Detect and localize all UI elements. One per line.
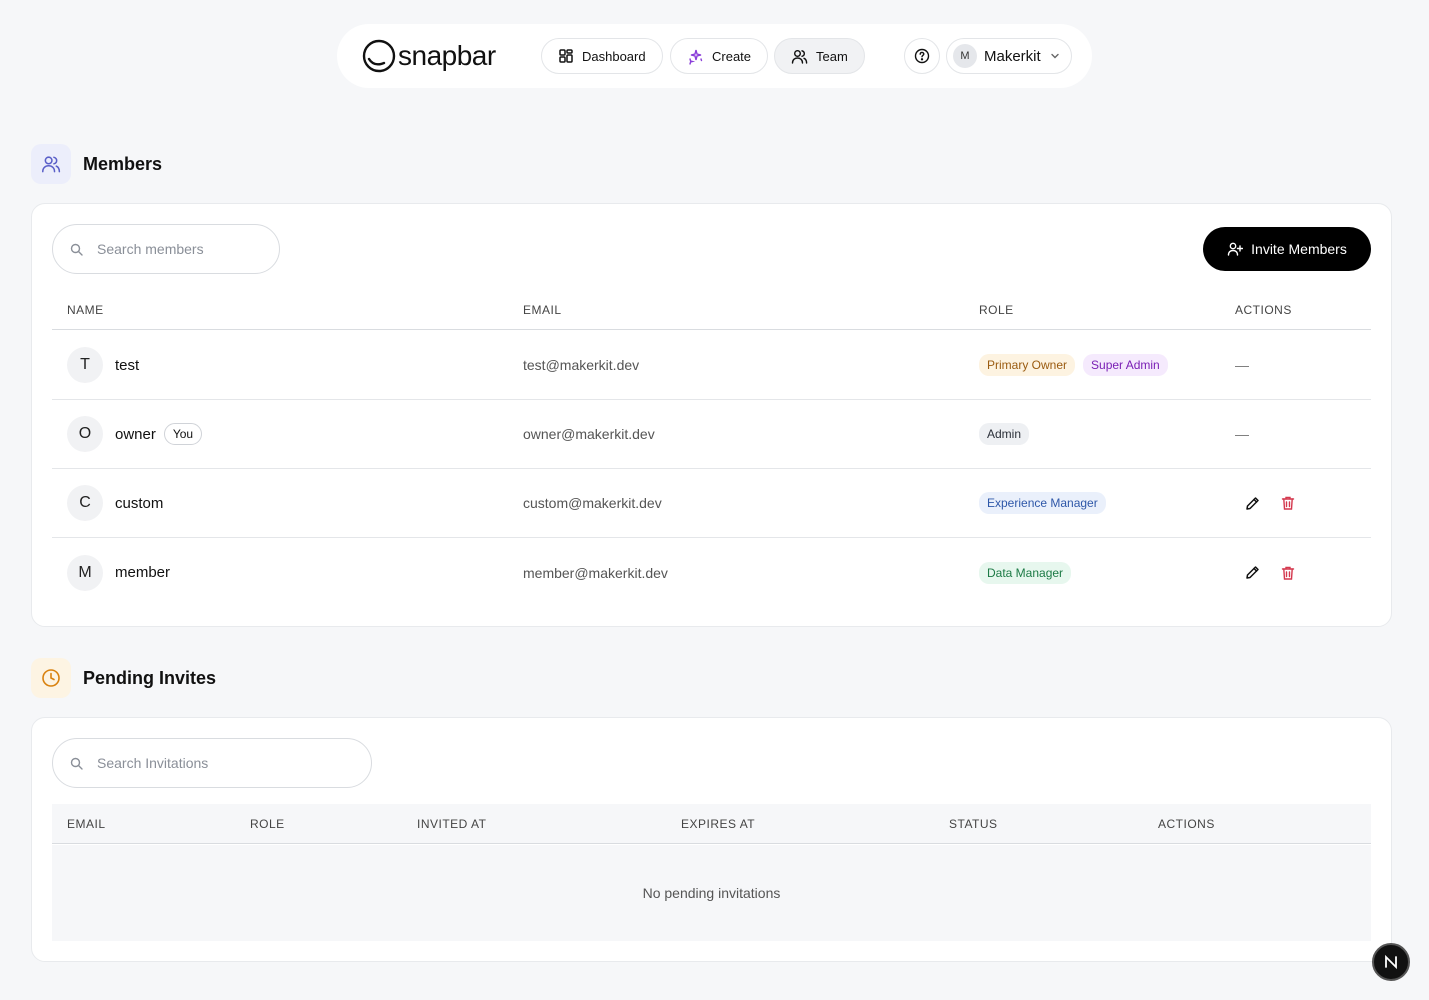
help-button[interactable] xyxy=(904,38,940,74)
avatar: C xyxy=(67,485,103,521)
member-name: member xyxy=(115,564,171,581)
table-row: C custom custom@makerkit.dev Experience … xyxy=(52,469,1371,538)
member-name-cell: T test xyxy=(67,331,139,399)
member-email: custom@makerkit.dev xyxy=(523,495,662,511)
invites-section-header: Pending Invites xyxy=(31,658,216,698)
you-badge: You xyxy=(163,423,203,445)
column-header-name: NAME xyxy=(67,302,104,317)
avatar: T xyxy=(67,347,103,383)
account-name: Makerkit xyxy=(984,47,1041,65)
avatar: O xyxy=(67,416,103,452)
sparkles-icon xyxy=(689,49,703,65)
member-email: owner@makerkit.dev xyxy=(523,426,655,442)
trash-icon[interactable] xyxy=(1278,493,1298,513)
members-search-input[interactable] xyxy=(97,241,267,257)
member-name: custom xyxy=(115,494,164,512)
invitations-search-input[interactable] xyxy=(97,755,347,771)
invite-members-button[interactable]: Invite Members xyxy=(1203,227,1371,271)
members-search[interactable] xyxy=(52,224,280,274)
users-icon xyxy=(31,144,71,184)
search-icon xyxy=(70,243,83,256)
edit-pencil-icon[interactable] xyxy=(1242,493,1262,513)
member-roles: Experience Manager xyxy=(979,469,1114,537)
column-header-role: ROLE xyxy=(250,816,285,831)
member-name: test xyxy=(115,356,140,374)
nav-dashboard-label: Dashboard xyxy=(582,48,646,64)
role-badge-super-admin: Super Admin xyxy=(1083,354,1168,376)
column-header-actions: ACTIONS xyxy=(1235,302,1292,317)
member-roles: Admin xyxy=(979,400,1037,468)
clock-icon xyxy=(31,658,71,698)
invites-card: EMAIL ROLE INVITED AT EXPIRES AT STATUS … xyxy=(31,717,1392,962)
invites-title: Pending Invites xyxy=(83,667,217,688)
no-actions: — xyxy=(1235,357,1249,373)
member-name-cell: M member xyxy=(67,538,170,607)
member-roles: Primary Owner Super Admin xyxy=(979,331,1176,399)
nav-create-label: Create xyxy=(712,48,752,64)
top-navigation: snapbar Dashboard Create Team M Makerkit xyxy=(337,24,1092,88)
chevron-down-icon xyxy=(1050,53,1059,59)
member-name: owner xyxy=(115,425,156,443)
column-header-status: STATUS xyxy=(949,816,998,831)
edit-pencil-icon[interactable] xyxy=(1242,563,1262,583)
members-table-header: NAME EMAIL ROLE ACTIONS xyxy=(52,290,1371,330)
member-email: test@makerkit.dev xyxy=(523,357,640,373)
table-row: M member member@makerkit.dev Data Manage… xyxy=(52,538,1371,607)
next-n-icon[interactable] xyxy=(1372,943,1410,981)
column-header-actions: ACTIONS xyxy=(1158,816,1215,831)
logo-mark-icon xyxy=(362,39,396,73)
snapbar-logo[interactable]: snapbar xyxy=(362,39,496,73)
members-section-header: Members xyxy=(31,144,162,184)
search-icon xyxy=(70,757,83,770)
member-roles: Data Manager xyxy=(979,538,1079,607)
invites-table-header: EMAIL ROLE INVITED AT EXPIRES AT STATUS … xyxy=(52,804,1371,844)
role-badge-data-manager: Data Manager xyxy=(979,561,1072,584)
members-title: Members xyxy=(83,153,163,174)
nav-team-label: Team xyxy=(816,48,848,64)
role-badge-experience-manager: Experience Manager xyxy=(979,492,1106,514)
column-header-role: ROLE xyxy=(979,302,1014,317)
row-actions xyxy=(1242,538,1314,607)
invitations-search[interactable] xyxy=(52,738,372,788)
nav-create-button[interactable]: Create xyxy=(670,38,769,74)
column-header-email: EMAIL xyxy=(67,816,106,831)
avatar: M xyxy=(67,554,103,591)
logo-text: snapbar xyxy=(398,40,496,71)
role-badge-primary-owner: Primary Owner xyxy=(979,354,1076,376)
member-email: member@makerkit.dev xyxy=(523,564,668,581)
invite-members-label: Invite Members xyxy=(1251,241,1347,257)
help-circle-icon xyxy=(914,48,930,64)
no-actions: — xyxy=(1235,426,1249,442)
users-icon xyxy=(791,49,808,64)
member-name-cell: O owner You xyxy=(67,400,203,468)
account-avatar: M xyxy=(953,44,977,68)
dashboard-icon xyxy=(559,49,573,63)
column-header-invited-at: INVITED AT xyxy=(417,816,487,831)
row-actions xyxy=(1242,469,1314,537)
column-header-expires-at: EXPIRES AT xyxy=(681,816,756,831)
members-card: Invite Members NAME EMAIL ROLE ACTIONS T… xyxy=(31,203,1392,627)
table-row: O owner You owner@makerkit.dev Admin — xyxy=(52,400,1371,469)
account-menu-button[interactable]: M Makerkit xyxy=(946,38,1072,74)
empty-state: No pending invitations xyxy=(52,845,1371,941)
user-plus-icon xyxy=(1227,242,1244,256)
trash-icon[interactable] xyxy=(1278,563,1298,583)
column-header-email: EMAIL xyxy=(523,302,562,317)
empty-state-text: No pending invitations xyxy=(642,885,781,901)
nav-team-button[interactable]: Team xyxy=(774,38,865,74)
table-row: T test test@makerkit.dev Primary Owner S… xyxy=(52,331,1371,400)
member-name-cell: C custom xyxy=(67,469,163,537)
nav-dashboard-button[interactable]: Dashboard xyxy=(541,38,663,74)
role-badge-admin: Admin xyxy=(979,423,1030,445)
